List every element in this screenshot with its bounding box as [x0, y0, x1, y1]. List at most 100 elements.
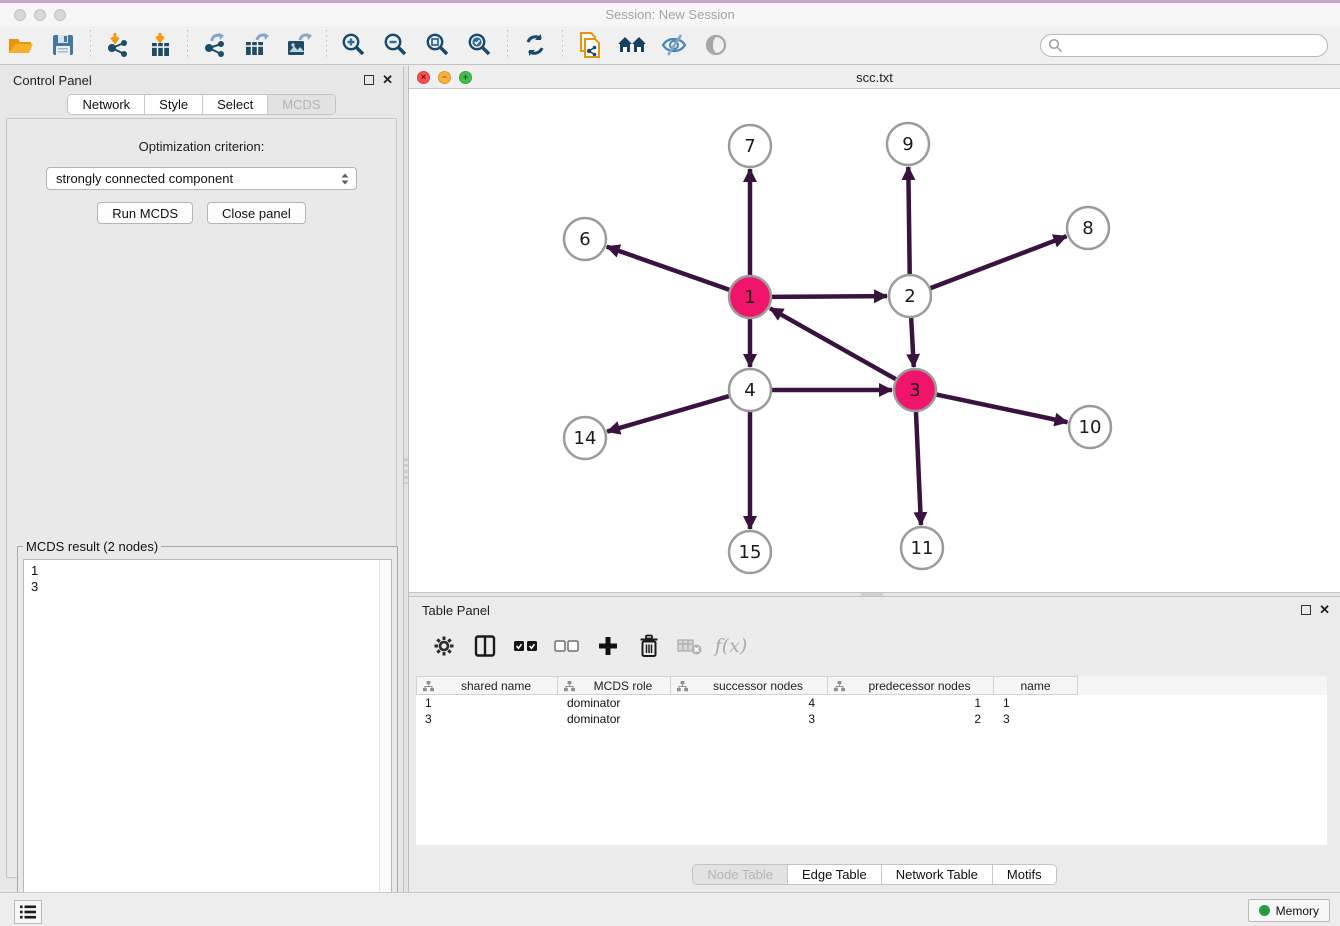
tab-network-table[interactable]: Network Table — [882, 865, 993, 884]
show-columns-icon[interactable] — [471, 632, 499, 660]
run-mcds-button[interactable]: Run MCDS — [97, 202, 193, 224]
table-row[interactable]: 1dominator411 — [416, 695, 1327, 711]
graph-node-2[interactable]: 2 — [889, 275, 931, 317]
zoom-out-icon[interactable] — [381, 30, 411, 60]
zoom-fit-icon[interactable] — [423, 30, 453, 60]
graph-node-14[interactable]: 14 — [564, 417, 606, 459]
table-toolbar: f(x) — [416, 625, 1327, 667]
titlebar: Session: New Session — [0, 3, 1340, 26]
export-table-icon[interactable] — [242, 30, 272, 60]
cell-predecessor-nodes[interactable]: 2 — [828, 711, 994, 727]
zoom-in-icon[interactable] — [339, 30, 369, 60]
cell-predecessor-nodes[interactable]: 1 — [828, 695, 994, 711]
graph-node-4[interactable]: 4 — [729, 369, 771, 411]
export-image-icon[interactable] — [284, 30, 314, 60]
cell-successor-nodes[interactable]: 3 — [671, 711, 828, 727]
trash-icon[interactable] — [635, 632, 663, 660]
graph-node-8[interactable]: 8 — [1067, 207, 1109, 249]
node-label: 15 — [739, 542, 762, 563]
control-panel-title: Control Panel — [13, 73, 92, 88]
node-label: 2 — [904, 286, 915, 307]
graph-node-15[interactable]: 15 — [729, 531, 771, 573]
tab-motifs[interactable]: Motifs — [993, 865, 1056, 884]
tab-style[interactable]: Style — [145, 95, 203, 114]
cell-shared-name[interactable]: 1 — [416, 695, 558, 711]
graph-edge-3-11[interactable] — [916, 412, 921, 525]
tab-mcds[interactable]: MCDS — [268, 95, 334, 114]
column-header-successor-nodes[interactable]: successor nodes — [671, 676, 828, 695]
column-label: MCDS role — [576, 679, 670, 693]
save-floppy-icon[interactable] — [48, 30, 78, 60]
graph-node-11[interactable]: 11 — [901, 527, 943, 569]
add-column-plus-icon[interactable] — [594, 632, 622, 660]
clone-network-icon[interactable] — [575, 30, 605, 60]
float-panel-icon[interactable] — [1301, 605, 1311, 615]
float-panel-icon[interactable] — [364, 75, 374, 85]
splitter-handle[interactable] — [861, 593, 883, 596]
cell-successor-nodes[interactable]: 4 — [671, 695, 828, 711]
sort-tree-icon — [676, 680, 689, 692]
gear-icon[interactable] — [430, 632, 458, 660]
search-input[interactable] — [1040, 34, 1328, 57]
delete-table-icon — [676, 632, 704, 660]
memory-button[interactable]: Memory — [1248, 899, 1330, 922]
tab-node-table[interactable]: Node Table — [693, 865, 788, 884]
graph-edge-2-8[interactable] — [931, 236, 1067, 288]
graph-edge-3-10[interactable] — [937, 395, 1068, 423]
table-tabs-bar: Node TableEdge TableNetwork TableMotifs — [409, 864, 1340, 885]
graph-node-3[interactable]: 3 — [894, 369, 936, 411]
zoom-selected-icon[interactable] — [465, 30, 495, 60]
control-panel: Control Panel ✕ NetworkStyleSelectMCDS O… — [0, 66, 403, 892]
tab-select[interactable]: Select — [203, 95, 268, 114]
close-panel-button[interactable]: Close panel — [207, 202, 306, 224]
cell-MCDS-role[interactable]: dominator — [558, 711, 671, 727]
graph-node-1[interactable]: 1 — [729, 276, 771, 318]
close-panel-icon[interactable]: ✕ — [382, 75, 393, 85]
app-window: Session: New Session — [0, 0, 1340, 926]
tab-edge-table[interactable]: Edge Table — [788, 865, 882, 884]
graph-node-9[interactable]: 9 — [887, 123, 929, 165]
deselect-all-checkboxes-icon[interactable] — [553, 632, 581, 660]
table-row[interactable]: 3dominator323 — [416, 711, 1327, 727]
cell-shared-name[interactable]: 3 — [416, 711, 558, 727]
status-bar: Memory — [0, 892, 1340, 926]
main-toolbar — [0, 26, 1340, 65]
column-header-shared-name[interactable]: shared name — [416, 676, 558, 695]
graph-edge-1-6[interactable] — [607, 247, 730, 290]
task-history-button[interactable] — [14, 900, 42, 924]
column-header-name[interactable]: name — [994, 676, 1078, 695]
graph-edge-2-3[interactable] — [911, 318, 914, 367]
cell-MCDS-role[interactable]: dominator — [558, 695, 671, 711]
mcds-result-scrollbar[interactable] — [379, 560, 391, 919]
select-all-checkboxes-icon[interactable] — [512, 632, 540, 660]
graph-edge-1-2[interactable] — [772, 296, 887, 297]
toolbar-separator — [326, 30, 327, 60]
graph-edge-2-9[interactable] — [908, 167, 909, 274]
node-label: 1 — [744, 287, 755, 308]
column-header-predecessor-nodes[interactable]: predecessor nodes — [828, 676, 994, 695]
graph-node-6[interactable]: 6 — [564, 218, 606, 260]
graph-node-7[interactable]: 7 — [729, 125, 771, 167]
network-canvas[interactable]: 7 9 6 8 1 2 4 3 14 10 15 11 — [409, 89, 1340, 592]
graph-edge-3-1[interactable] — [770, 308, 896, 379]
column-header-MCDS-role[interactable]: MCDS role — [558, 676, 671, 695]
export-network-icon[interactable] — [200, 30, 230, 60]
close-panel-icon[interactable]: ✕ — [1319, 605, 1330, 615]
criterion-dropdown-value: strongly connected component — [56, 171, 233, 186]
apply-layout-refresh-icon[interactable] — [520, 30, 550, 60]
open-folder-icon[interactable] — [6, 30, 36, 60]
import-table-icon[interactable] — [145, 30, 175, 60]
hide-eye-slash-icon[interactable] — [659, 30, 689, 60]
cell-name[interactable]: 1 — [994, 695, 1078, 711]
graph-edge-4-14[interactable] — [607, 396, 729, 431]
criterion-dropdown[interactable]: strongly connected component — [46, 167, 357, 190]
import-network-icon[interactable] — [103, 30, 133, 60]
double-home-icon[interactable] — [617, 30, 647, 60]
splitter-handle[interactable] — [404, 458, 408, 484]
fx-label: f(x) — [715, 635, 748, 657]
tab-network[interactable]: Network — [68, 95, 145, 114]
cell-name[interactable]: 3 — [994, 711, 1078, 727]
graph-node-10[interactable]: 10 — [1069, 406, 1111, 448]
network-window-title: scc.txt — [409, 70, 1340, 85]
mcds-result-list[interactable]: 1 3 — [23, 559, 392, 920]
